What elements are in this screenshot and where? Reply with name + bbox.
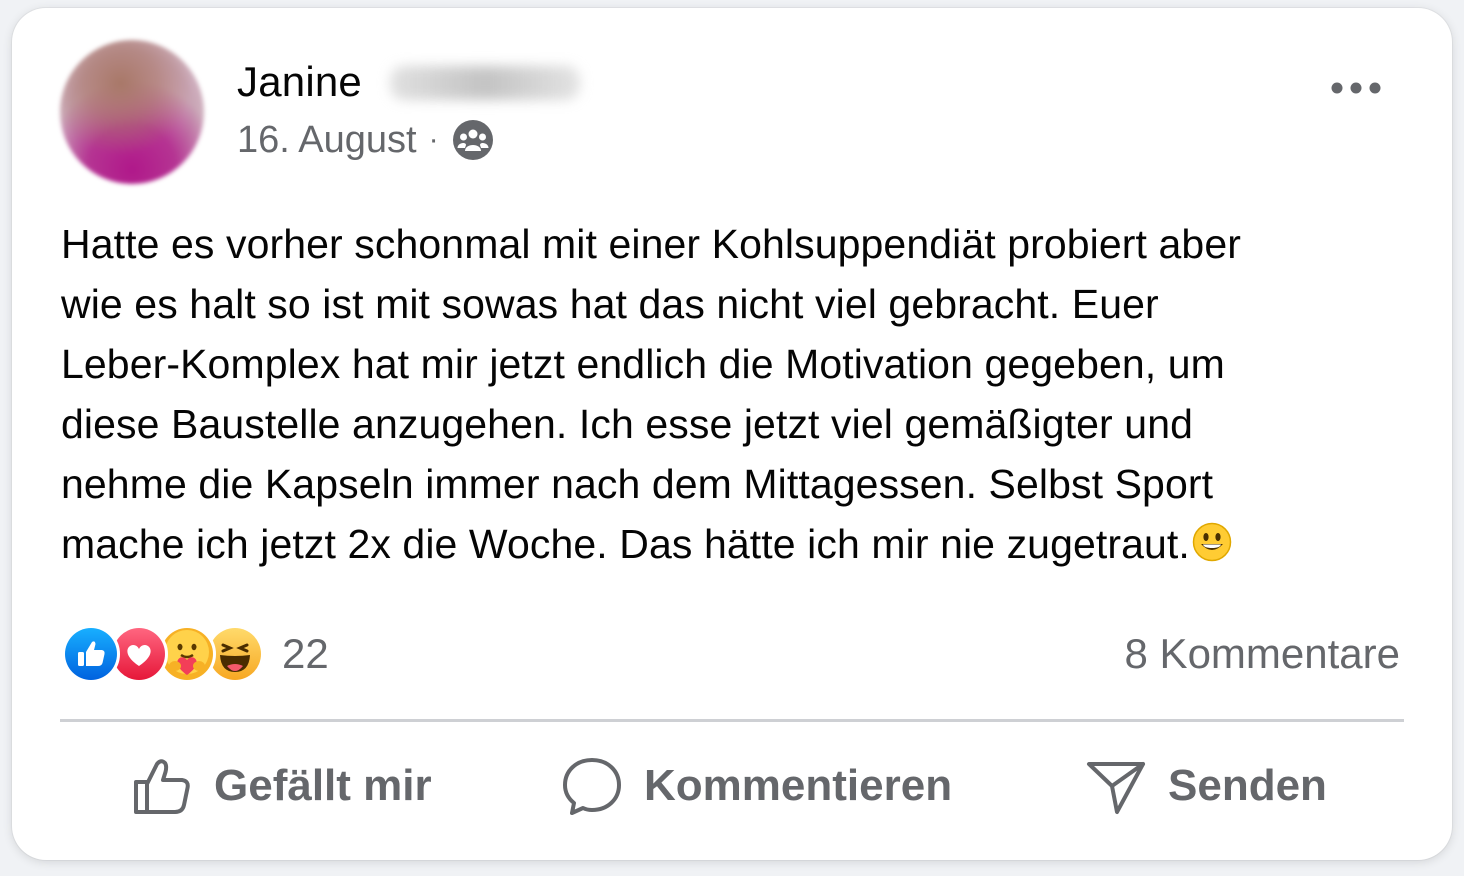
post-actions-bar: Gefällt mir Kommentieren Senden — [60, 736, 1404, 836]
post-card: Janine 16. August · Hatte es vorher scho… — [12, 8, 1452, 860]
like-button[interactable]: Gefällt mir — [130, 736, 432, 836]
post-date[interactable]: 16. August — [237, 119, 417, 162]
send-button[interactable]: Senden — [1084, 736, 1327, 836]
post-body: Hatte es vorher schonmal mit einer Kohls… — [61, 214, 1421, 574]
speech-bubble-icon — [563, 758, 621, 815]
send-icon — [1087, 762, 1145, 814]
thumbs-up-icon — [134, 759, 190, 814]
smiley-emoji — [1192, 518, 1232, 562]
post-meta: 16. August · — [237, 118, 495, 162]
reactions-summary[interactable]: 22 — [62, 622, 329, 686]
like-label: Gefällt mir — [214, 761, 432, 810]
group-icon[interactable] — [451, 118, 495, 162]
comment-label: Kommentieren — [644, 761, 953, 810]
comments-count-link[interactable]: 8 Kommentare — [1125, 630, 1400, 678]
actions-divider — [60, 719, 1404, 722]
like-reaction-icon — [62, 625, 120, 683]
reaction-count: 22 — [282, 630, 329, 677]
author-avatar[interactable] — [60, 40, 204, 184]
author-surname-redacted — [390, 66, 580, 100]
send-label: Senden — [1168, 761, 1327, 810]
meta-separator: · — [428, 123, 439, 156]
post-text: Hatte es vorher schonmal mit einer Kohls… — [61, 221, 1241, 567]
more-horizontal-icon[interactable] — [1322, 70, 1390, 106]
author-name[interactable]: Janine — [237, 58, 362, 106]
comment-button[interactable]: Kommentieren — [560, 736, 952, 836]
